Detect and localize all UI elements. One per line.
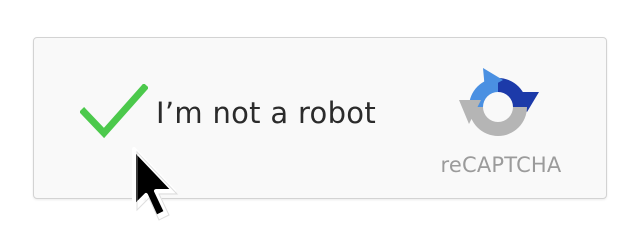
checkbox-label: I’m not a robot: [156, 96, 376, 130]
recaptcha-brand-text: reCAPTCHA: [440, 153, 562, 177]
robot-checkbox[interactable]: [80, 84, 148, 140]
recaptcha-widget: I’m not a robot reCAPTCHA: [33, 37, 607, 199]
checkmark-icon: [80, 84, 148, 139]
stage: I’m not a robot reCAPTCHA: [0, 0, 640, 240]
mouse-pointer-icon: [128, 145, 186, 225]
recaptcha-logo-icon: [457, 66, 539, 148]
